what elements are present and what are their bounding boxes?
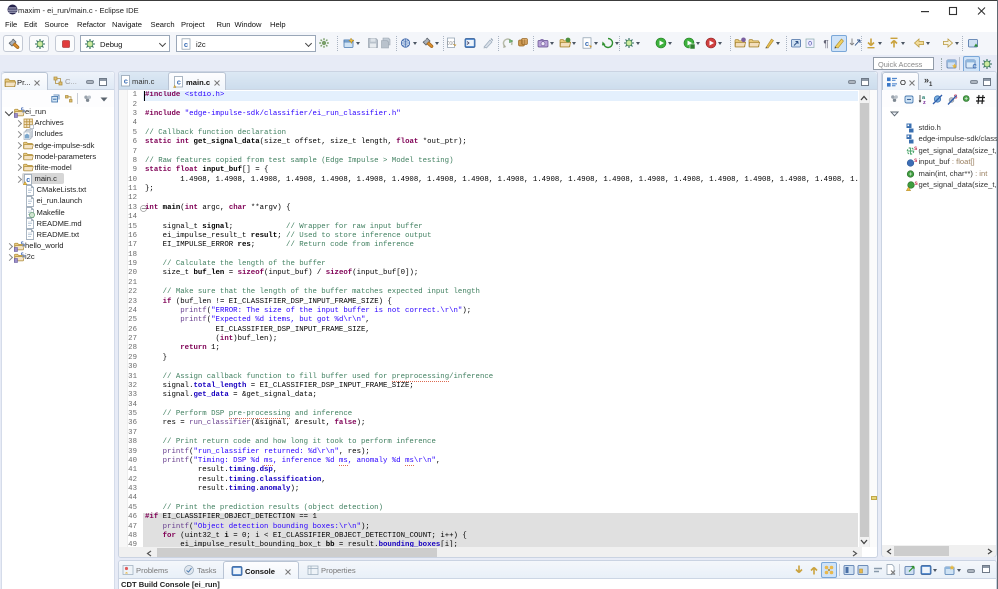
- svg-text:¶: ¶: [823, 39, 828, 49]
- svg-text:s: s: [914, 157, 918, 163]
- svg-text:c: c: [124, 77, 128, 86]
- svg-text:c: c: [585, 39, 589, 48]
- svg-text:z: z: [923, 100, 926, 104]
- svg-text:c: c: [184, 40, 188, 49]
- svg-text:010: 010: [447, 41, 456, 47]
- svg-text:s: s: [914, 146, 918, 152]
- svg-text:c: c: [26, 177, 30, 184]
- svg-text:c: c: [177, 78, 181, 87]
- svg-text:0: 0: [808, 41, 812, 48]
- svg-text:C: C: [973, 65, 978, 71]
